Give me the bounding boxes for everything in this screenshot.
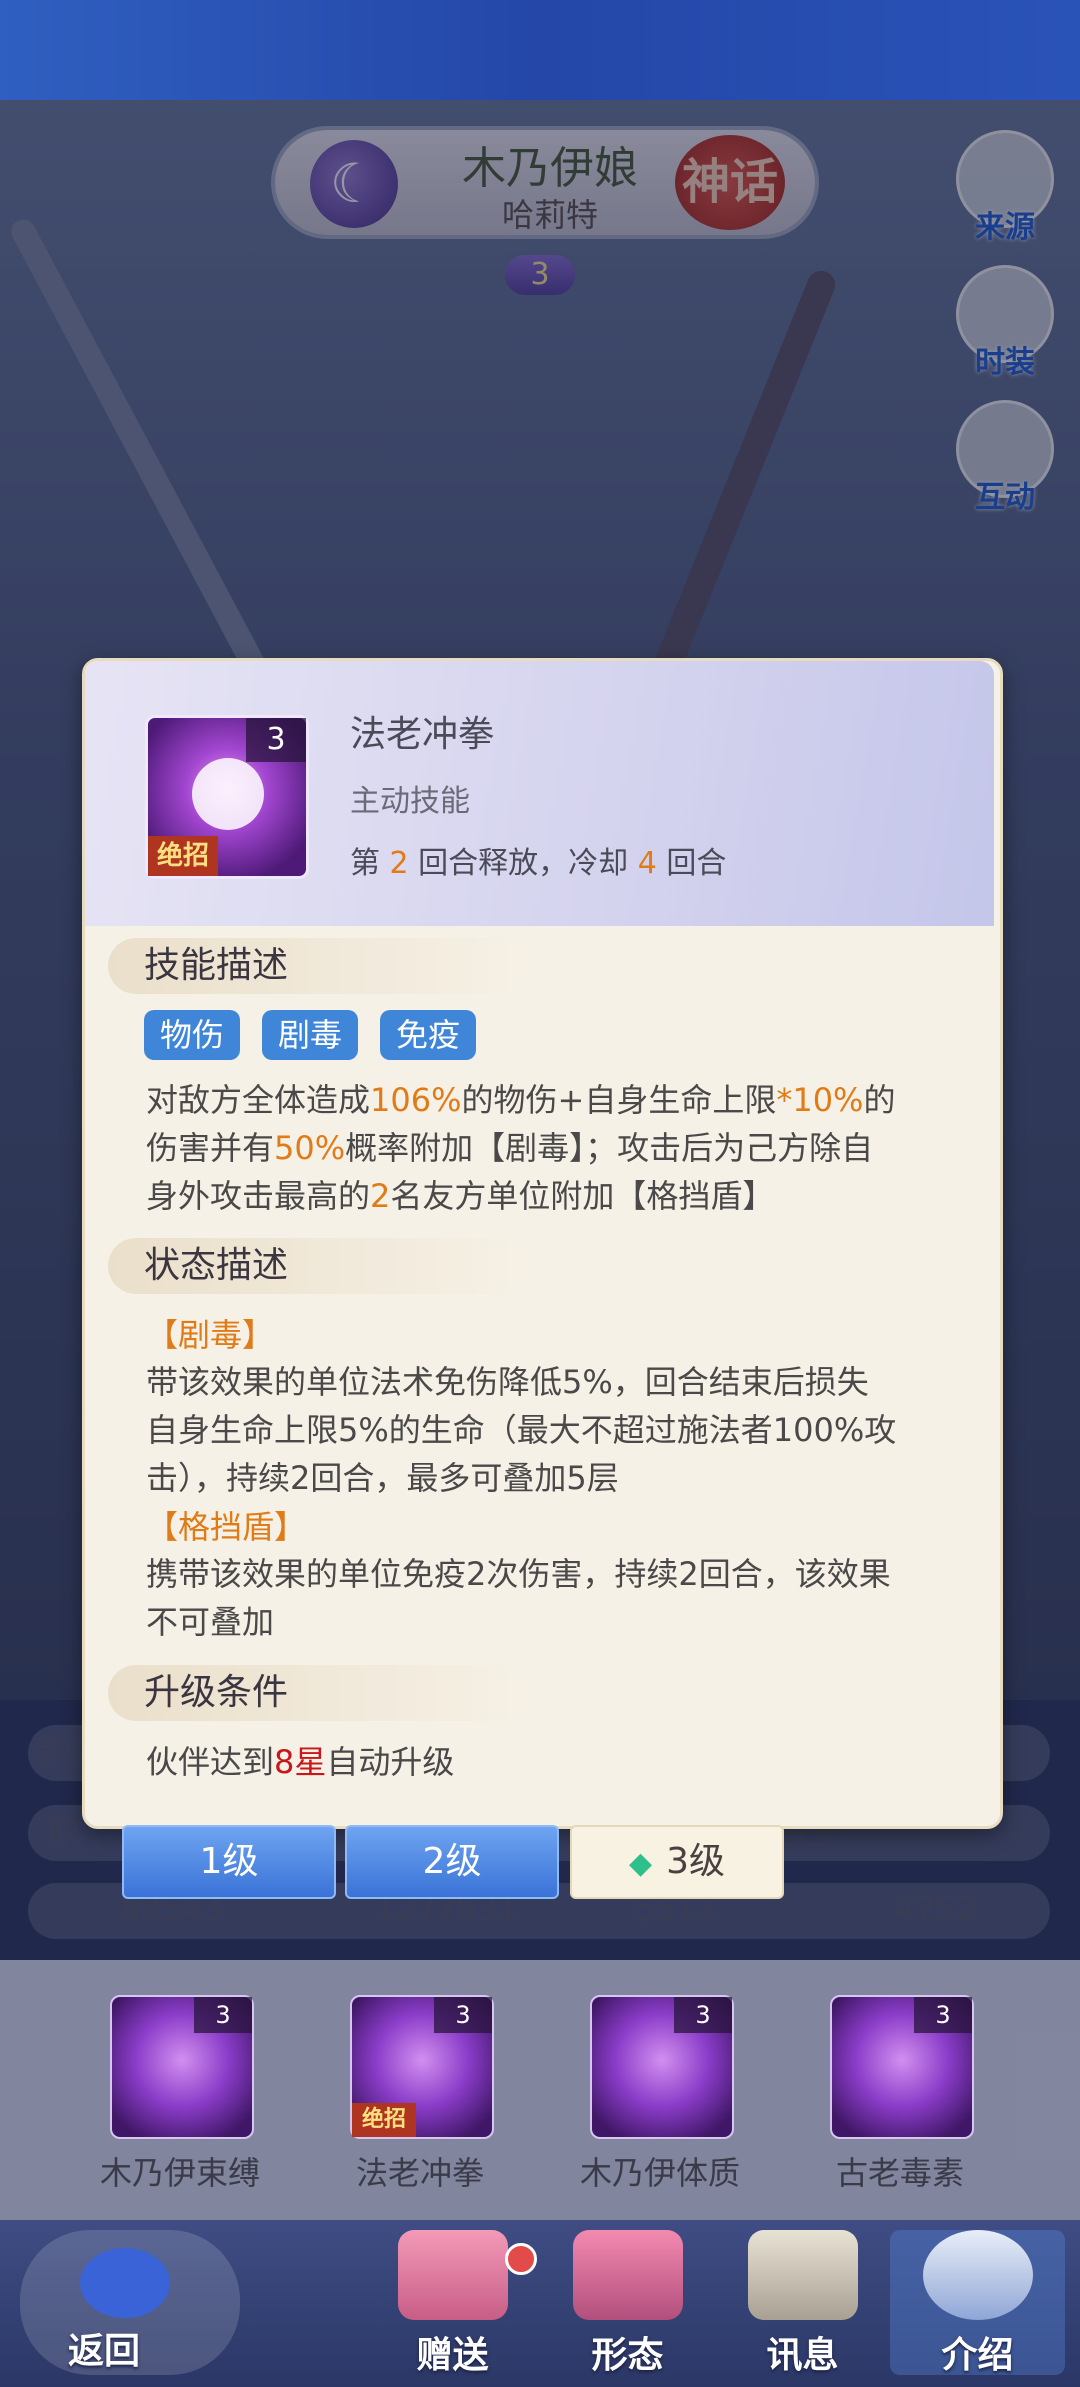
ultimate-tag: 绝招	[148, 836, 218, 876]
skill-level: 3	[246, 718, 306, 762]
upgrade-condition: 伙伴达到8星自动升级	[146, 1743, 455, 1781]
status-poison-text: 带该效果的单位法术免伤降低5%，回合结束后损失 自身生命上限5%的生命（最大不超…	[146, 1363, 897, 1497]
chip-immune: 免疫	[380, 1010, 477, 1060]
nav-info-label: 讯息	[766, 2335, 839, 2376]
skill-name: 法老冲拳	[350, 714, 495, 755]
back-button[interactable]: 返回	[20, 2230, 240, 2375]
top-bar	[0, 0, 1080, 100]
skill-level: 3	[194, 1997, 252, 2033]
skill-level: 3	[914, 1997, 972, 2033]
gem-icon: ◆	[629, 1846, 653, 1881]
skill-cooldown: 第 2 回合释放，冷却 4 回合	[350, 846, 727, 881]
chip-poison: 剧毒	[262, 1010, 359, 1060]
tab-level-2[interactable]: 2级	[345, 1825, 559, 1899]
skill-slot-1[interactable]: 3	[110, 1995, 254, 2139]
skill-description: 对敌方全体造成106%的物伤+自身生命上限*10%的 伤害并有50%概率附加【剧…	[146, 1081, 896, 1215]
section-skill-description: 技能描述	[108, 938, 528, 994]
skill-icon: 3 绝招	[145, 715, 309, 879]
skill-slot-2[interactable]: 3 绝招	[350, 1995, 494, 2139]
skill-label: 古老毒素	[835, 2154, 964, 2192]
tab-level-1[interactable]: 1级	[122, 1825, 336, 1899]
nav-gift-label: 赠送	[416, 2335, 489, 2376]
section-status-description: 状态描述	[108, 1238, 528, 1294]
ultimate-tag: 绝招	[352, 2103, 416, 2137]
nav-info[interactable]: 讯息	[715, 2230, 890, 2376]
nav-intro[interactable]: 介绍	[890, 2230, 1065, 2376]
form-icon	[572, 2230, 683, 2320]
book-icon	[747, 2230, 858, 2320]
gift-icon	[397, 2230, 508, 2320]
skill-level: 3	[674, 1997, 732, 2033]
skill-label: 木乃伊束缚	[99, 2154, 260, 2192]
notification-dot	[505, 2243, 537, 2275]
status-shield-title: 【格挡盾】	[146, 1508, 307, 1546]
nav-form-label: 形态	[591, 2335, 664, 2376]
status-shield-text: 携带该效果的单位免疫2次伤害，持续2回合，该效果 不可叠加	[146, 1555, 891, 1641]
tab-level-3-label: 3级	[666, 1841, 725, 1882]
section-upgrade-condition: 升级条件	[108, 1665, 528, 1721]
status-poison-title: 【剧毒】	[146, 1316, 275, 1354]
skill-label: 木乃伊体质	[579, 2154, 740, 2192]
back-arrow-icon	[80, 2248, 170, 2318]
chip-physical: 物伤	[144, 1010, 241, 1060]
nav-intro-label: 介绍	[941, 2335, 1014, 2376]
fist-icon	[192, 758, 264, 830]
skill-slot-4[interactable]: 3	[830, 1995, 974, 2139]
portrait-icon	[922, 2230, 1033, 2320]
nav-form[interactable]: 形态	[540, 2230, 715, 2376]
back-label: 返回	[68, 2331, 141, 2372]
tab-level-3[interactable]: ◆ 3级	[570, 1825, 784, 1899]
skill-label: 法老冲拳	[355, 2154, 484, 2192]
skill-level: 3	[434, 1997, 492, 2033]
skill-type: 主动技能	[350, 784, 470, 819]
skill-slot-3[interactable]: 3	[590, 1995, 734, 2139]
